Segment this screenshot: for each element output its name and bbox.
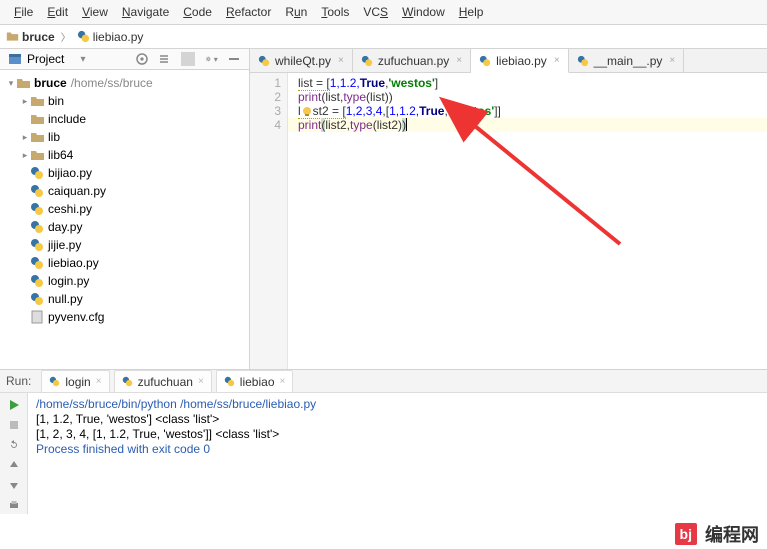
code-editor[interactable]: 1 2 3 4 list = [1,1.2,True,'westos'] pri… (250, 73, 767, 369)
watermark: bj 编程网 (675, 521, 759, 547)
run-tool-window: Run: login× zufuchuan× liebiao× /home/ss… (0, 369, 767, 514)
tree-file[interactable]: caiquan.py (18, 182, 245, 200)
run-tab[interactable]: login× (41, 370, 109, 392)
breadcrumb-file[interactable]: liebiao.py (77, 30, 144, 44)
site-name: 编程网 (705, 521, 759, 547)
run-tab[interactable]: zufuchuan× (114, 370, 212, 392)
menu-navigate[interactable]: Navigate (116, 3, 175, 21)
tree-folder[interactable]: ▸lib64 (18, 146, 245, 164)
light-bulb-icon[interactable] (301, 106, 313, 118)
tree-root[interactable]: ▾ bruce /home/ss/bruce (4, 74, 245, 92)
menu-help[interactable]: Help (453, 3, 490, 21)
tree-folder[interactable]: ▸bin (18, 92, 245, 110)
close-icon[interactable]: × (338, 55, 344, 66)
close-icon[interactable]: × (280, 376, 286, 387)
editor-tab-active[interactable]: liebiao.py× (471, 49, 569, 73)
run-tab-active[interactable]: liebiao× (216, 370, 294, 392)
tree-file[interactable]: jijie.py (18, 236, 245, 254)
code-body[interactable]: list = [1,1.2,True,'westos'] print(list,… (288, 73, 767, 369)
close-icon[interactable]: × (198, 376, 204, 387)
output-exit: Process finished with exit code 0 (36, 442, 759, 457)
close-icon[interactable]: × (669, 55, 675, 66)
project-tree[interactable]: ▾ bruce /home/ss/bruce ▸bin include ▸lib… (0, 70, 249, 369)
down-icon[interactable] (5, 476, 23, 494)
menu-bar: File Edit View Navigate Code Refactor Ru… (0, 0, 767, 25)
gear-icon[interactable]: ▾ (205, 52, 219, 66)
line-gutter: 1 2 3 4 (250, 73, 288, 369)
project-header: Project ▾ ▾ (0, 49, 249, 70)
editor-tabs: whileQt.py× zufuchuan.py× liebiao.py× __… (250, 49, 767, 73)
tree-folder[interactable]: ▸lib (18, 128, 245, 146)
close-icon[interactable]: × (554, 55, 560, 66)
editor-tab[interactable]: zufuchuan.py× (353, 49, 471, 72)
hide-icon[interactable] (227, 52, 241, 66)
project-tool-window: Project ▾ ▾ ▾ bruce /home/ss/bruce ▸bin … (0, 49, 250, 369)
project-icon (8, 52, 22, 66)
restart-icon[interactable] (5, 436, 23, 454)
tree-folder[interactable]: include (18, 110, 245, 128)
output-cmd: /home/ss/bruce/bin/python /home/ss/bruce… (36, 397, 759, 412)
run-label: Run: (6, 374, 31, 388)
breadcrumb-root[interactable]: bruce (6, 30, 55, 44)
tree-file[interactable]: bijiao.py (18, 164, 245, 182)
menu-edit[interactable]: Edit (41, 3, 74, 21)
editor-tab[interactable]: whileQt.py× (250, 49, 353, 72)
menu-window[interactable]: Window (396, 3, 451, 21)
collapse-all-icon[interactable] (157, 52, 171, 66)
menu-refactor[interactable]: Refactor (220, 3, 277, 21)
tree-file[interactable]: ceshi.py (18, 200, 245, 218)
tree-file[interactable]: day.py (18, 218, 245, 236)
editor-tab[interactable]: __main__.py× (569, 49, 685, 72)
breadcrumb: bruce 〉 liebiao.py (0, 25, 767, 49)
project-view-dropdown[interactable]: ▾ (80, 54, 85, 65)
run-tabs-bar: Run: login× zufuchuan× liebiao× (0, 370, 767, 393)
up-icon[interactable] (5, 456, 23, 474)
run-side-toolbar (0, 393, 28, 514)
menu-run[interactable]: Run (279, 3, 313, 21)
locate-icon[interactable] (135, 52, 149, 66)
main-area: Project ▾ ▾ ▾ bruce /home/ss/bruce ▸bin … (0, 49, 767, 369)
run-body: /home/ss/bruce/bin/python /home/ss/bruce… (0, 393, 767, 514)
stop-icon[interactable] (5, 416, 23, 434)
tree-file[interactable]: login.py (18, 272, 245, 290)
output-line: [1, 1.2, True, 'westos'] <class 'list'> (36, 412, 759, 427)
tree-file[interactable]: pyvenv.cfg (18, 308, 245, 326)
tree-file[interactable]: liebiao.py (18, 254, 245, 272)
site-logo: bj (675, 523, 697, 545)
output-line: [1, 2, 3, 4, [1, 1.2, True, 'westos']] <… (36, 427, 759, 442)
menu-code[interactable]: Code (177, 3, 218, 21)
menu-view[interactable]: View (76, 3, 114, 21)
tree-file[interactable]: null.py (18, 290, 245, 308)
editor-panel: whileQt.py× zufuchuan.py× liebiao.py× __… (250, 49, 767, 369)
run-output[interactable]: /home/ss/bruce/bin/python /home/ss/bruce… (28, 393, 767, 514)
project-label[interactable]: Project (27, 52, 76, 66)
close-icon[interactable]: × (456, 55, 462, 66)
menu-vcs[interactable]: VCS (357, 3, 394, 21)
print-icon[interactable] (5, 496, 23, 514)
close-icon[interactable]: × (96, 376, 102, 387)
menu-tools[interactable]: Tools (315, 3, 355, 21)
menu-file[interactable]: File (8, 3, 39, 21)
breadcrumb-sep: 〉 (61, 29, 71, 44)
run-icon[interactable] (5, 396, 23, 414)
